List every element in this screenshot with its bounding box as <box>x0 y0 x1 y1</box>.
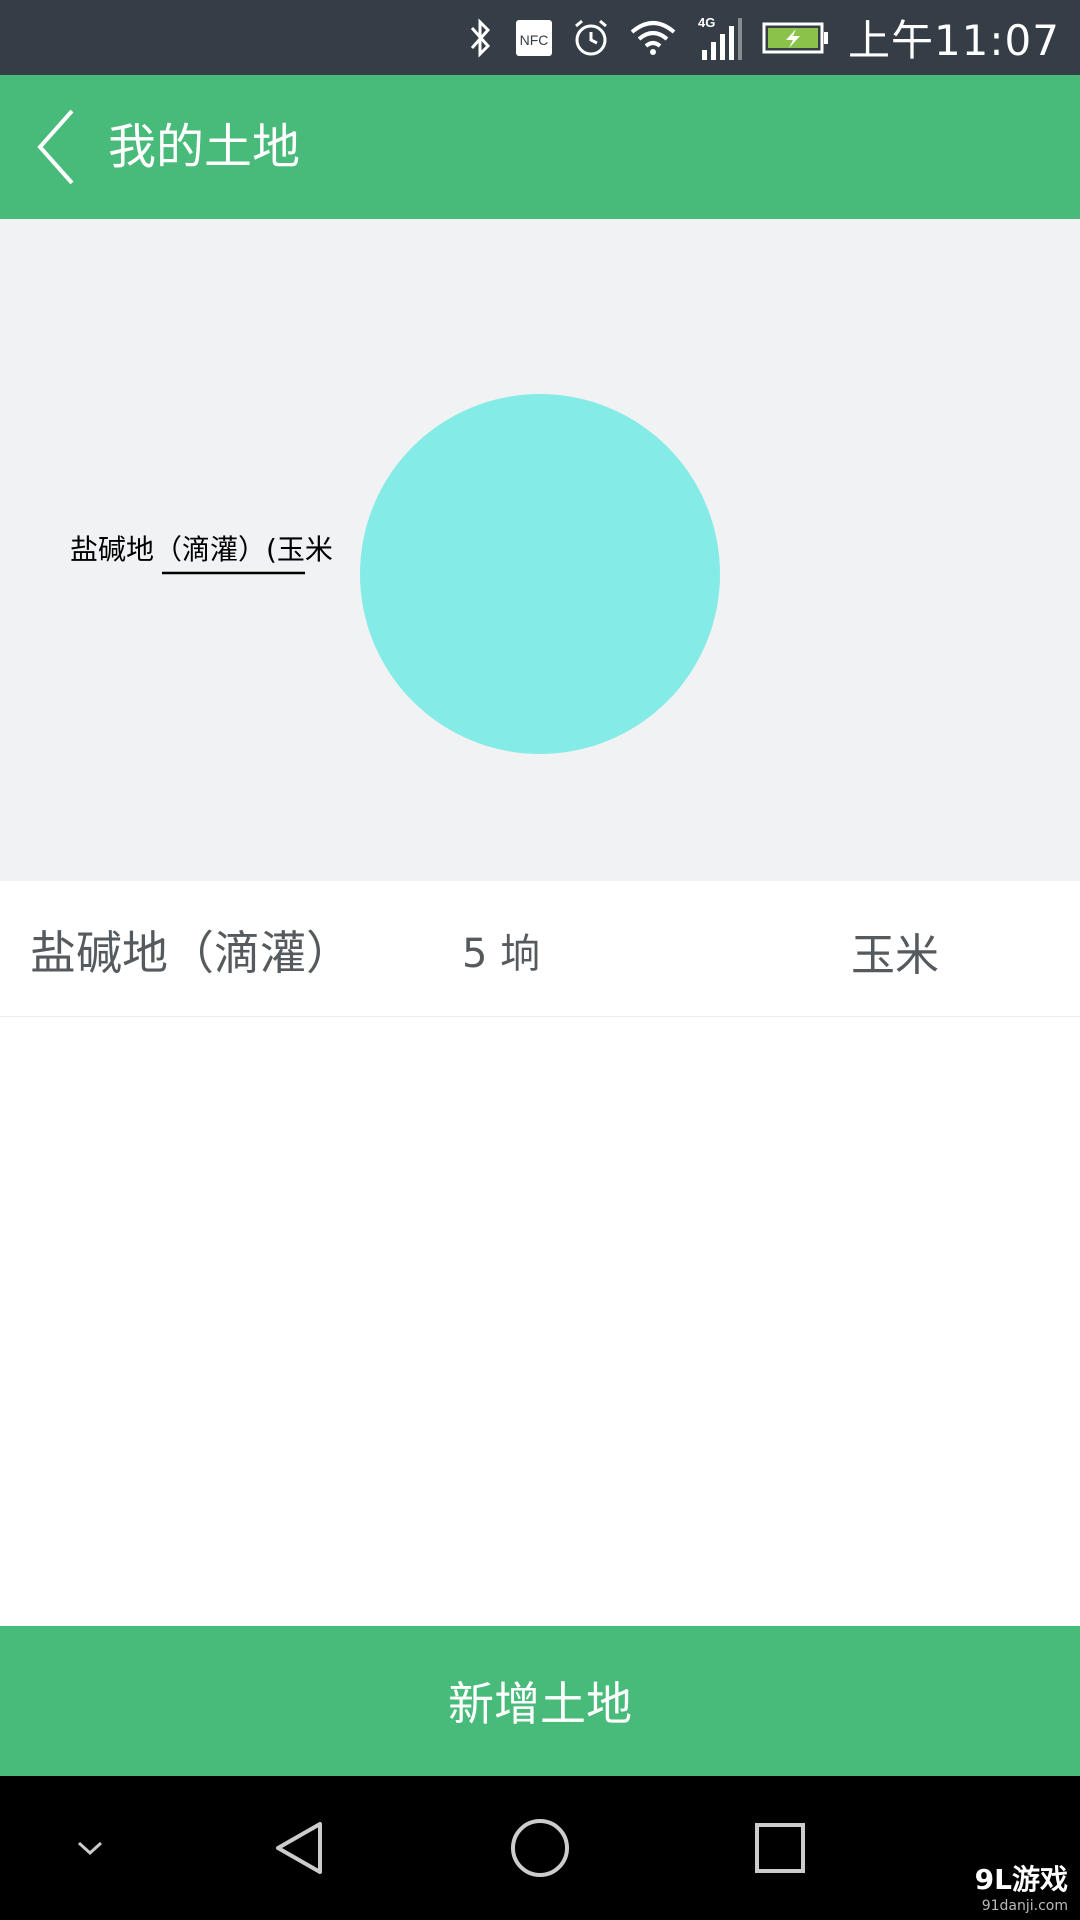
app-bar: 我的土地 <box>0 75 1080 219</box>
land-name: 盐碱地（滴灌） <box>30 926 352 980</box>
chevron-left-icon <box>37 109 74 185</box>
navigation-bar: 9L游戏 91danji.com <box>0 1776 1080 1920</box>
nav-home-button[interactable] <box>490 1776 590 1920</box>
status-clock: 上午11:07 <box>847 16 1060 65</box>
wifi-icon <box>628 18 678 58</box>
back-button[interactable] <box>30 105 90 189</box>
watermark-logo: 9L游戏 <box>974 1863 1068 1896</box>
chevron-down-icon <box>77 1841 103 1856</box>
page-title: 我的土地 <box>108 119 301 175</box>
land-area: 5 垧 <box>462 931 541 977</box>
nav-back-button[interactable] <box>250 1776 350 1920</box>
add-land-button[interactable]: 新增土地 <box>0 1626 1080 1776</box>
nfc-icon: NFC <box>514 18 554 58</box>
nav-recents-button[interactable] <box>730 1776 830 1920</box>
hide-keyboard-button[interactable] <box>50 1776 130 1920</box>
land-list-item[interactable]: 盐碱地（滴灌） 5 垧 玉米 <box>0 881 1080 1017</box>
watermark-url: 91danji.com <box>981 1898 1068 1914</box>
pie-slice-0[interactable] <box>360 394 720 754</box>
status-bar: NFC 4G 上午11:07 <box>0 0 1080 75</box>
watermark: 9L游戏 91danji.com <box>975 1858 1068 1914</box>
triangle-back-icon <box>276 1822 322 1874</box>
svg-text:NFC: NFC <box>520 32 549 48</box>
square-recents-icon <box>755 1823 805 1873</box>
alarm-icon <box>572 18 610 58</box>
svg-text:4G: 4G <box>698 15 715 30</box>
battery-icon <box>762 18 830 58</box>
status-icons: NFC 4G 上午11:07 <box>466 0 1060 75</box>
pie-chart: 盐碱地（滴灌）(玉米 <box>70 394 720 754</box>
pie-chart-area: 盐碱地（滴灌）(玉米 <box>0 219 1080 881</box>
bluetooth-icon <box>466 17 496 58</box>
signal-icon: 4G <box>696 14 744 62</box>
land-crop: 玉米 <box>851 930 939 981</box>
pie-slice-label-0: 盐碱地（滴灌）(玉米 <box>70 533 333 566</box>
circle-home-icon <box>511 1819 569 1877</box>
